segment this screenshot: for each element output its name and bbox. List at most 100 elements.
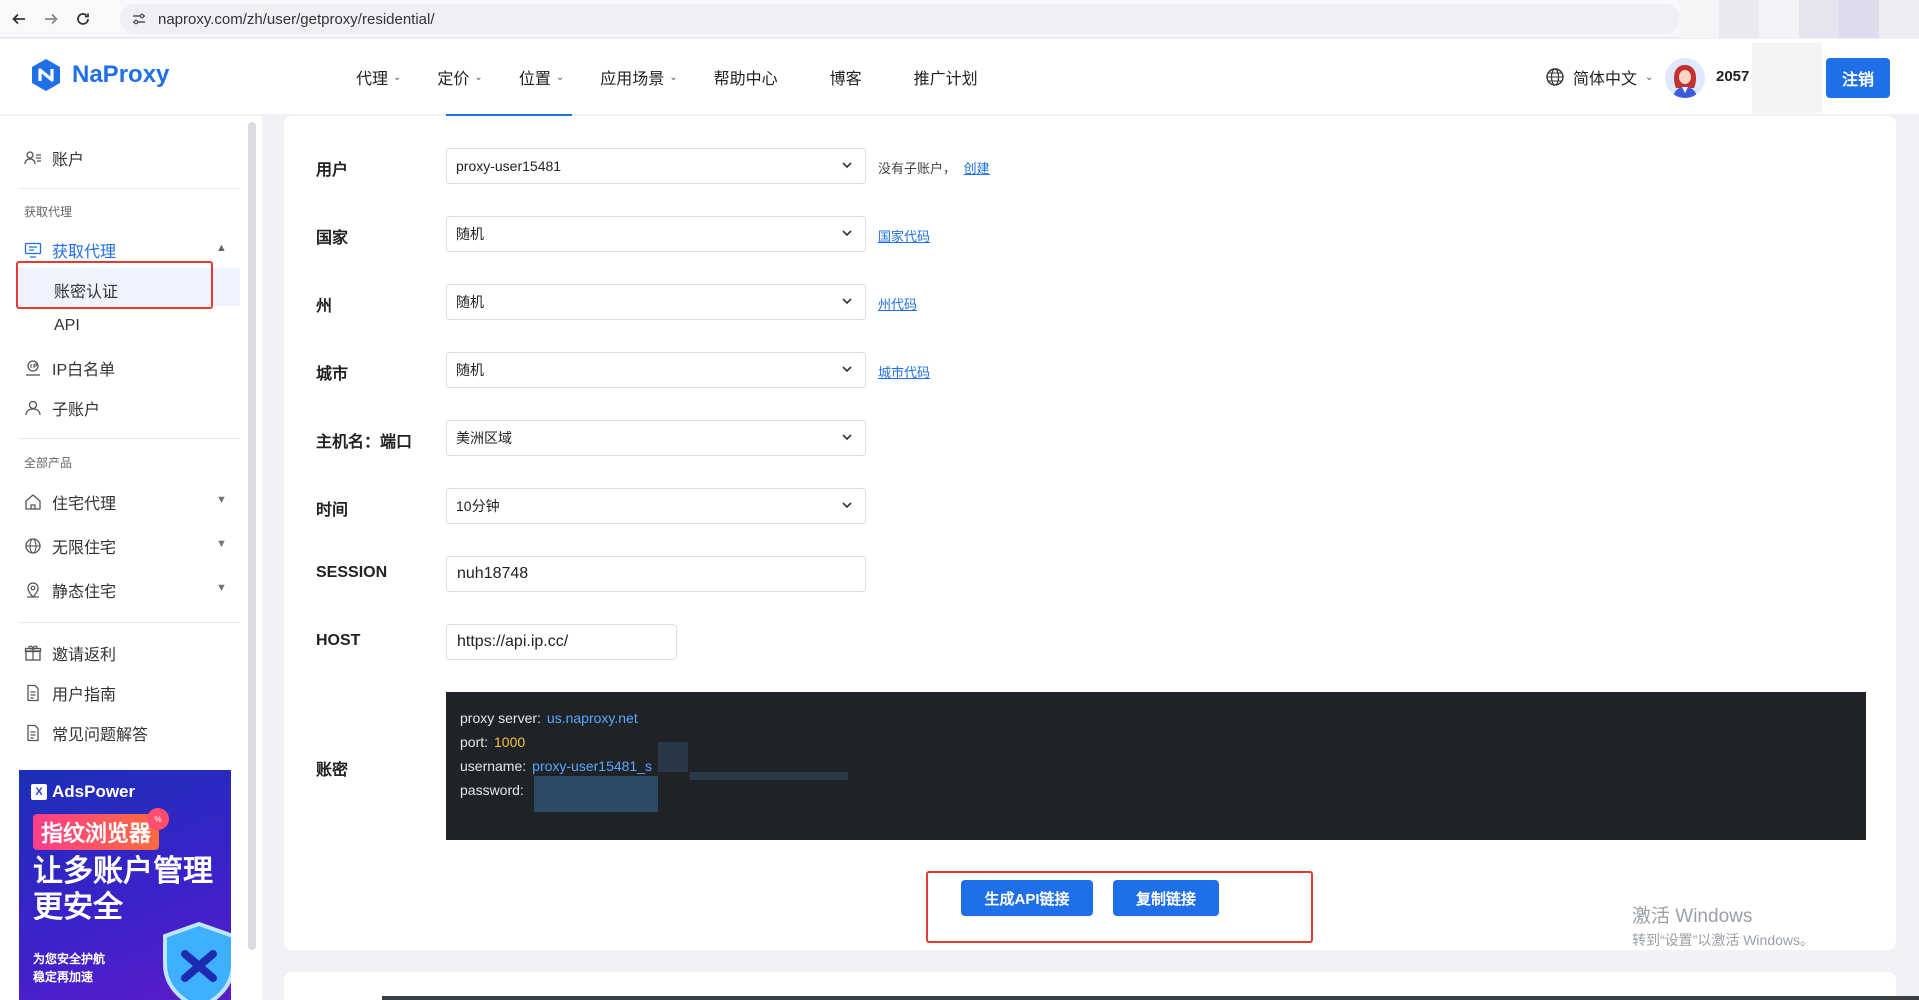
proxy-server-value: us.naproxy.net xyxy=(546,710,638,726)
state-code-link[interactable]: 州代码 xyxy=(878,297,917,312)
globe-icon xyxy=(1546,68,1564,86)
ad-subtext: 为您安全护航 稳定再加速 xyxy=(33,950,105,986)
home-icon xyxy=(25,494,41,510)
sidebar-section-all-products: 全部产品 xyxy=(24,456,73,470)
create-sub-account-link[interactable]: 创建 xyxy=(964,161,990,176)
chevron-up-icon[interactable]: ▲ xyxy=(216,242,227,254)
sidebar-item-label: IP白名单 xyxy=(52,362,116,379)
username-value: proxy-user15481_s xyxy=(532,758,653,774)
reload-icon[interactable] xyxy=(70,6,96,32)
host-port-label: 主机名：端口 xyxy=(316,434,413,451)
state-select-value: 随机 xyxy=(456,294,484,310)
chevron-down-icon: ⌄ xyxy=(474,71,483,83)
site-header: NaProxy 代理 ⌄ 定价 ⌄ 位置 ⌄ 应用场景 ⌄ 帮助中心 博客 推广计划 简… xyxy=(0,39,1919,115)
nav-proxy-label: 代理 xyxy=(356,71,389,88)
blurred-area xyxy=(1752,43,1822,113)
sidebar-divider xyxy=(18,188,240,189)
site-info-icon[interactable] xyxy=(132,12,146,26)
copy-link-button[interactable]: 复制链接 xyxy=(1113,880,1219,916)
city-code-link[interactable]: 城市代码 xyxy=(878,365,930,380)
brand-name: NaProxy xyxy=(72,61,170,88)
sidebar-item-sub-account[interactable]: 子账户 xyxy=(24,396,100,420)
nav-affiliate[interactable]: 推广计划 xyxy=(914,65,978,89)
city-select[interactable]: 随机 xyxy=(446,352,866,388)
redaction-mask xyxy=(534,776,658,812)
back-icon[interactable] xyxy=(6,6,32,32)
country-code-link[interactable]: 国家代码 xyxy=(878,229,930,244)
sidebar-item-residential[interactable]: 住宅代理 xyxy=(24,490,116,514)
time-select[interactable]: 10分钟 xyxy=(446,488,866,524)
chevron-down-icon xyxy=(842,298,852,305)
chevron-down-icon: ⌄ xyxy=(669,71,678,83)
session-input[interactable]: nuh18748 xyxy=(446,556,866,592)
language-label: 简体中文 xyxy=(1573,71,1638,88)
host-input[interactable]: https://api.ip.cc/ xyxy=(446,624,677,660)
nav-blog-label: 博客 xyxy=(829,71,862,88)
country-label: 国家 xyxy=(316,230,349,247)
nav-location[interactable]: 位置 ⌄ xyxy=(519,65,564,89)
nav-use-cases[interactable]: 应用场景 ⌄ xyxy=(600,65,677,89)
location-pin-icon xyxy=(27,582,39,598)
sidebar-item-label: 无限住宅 xyxy=(52,540,117,557)
sidebar-item-faq[interactable]: 常见问题解答 xyxy=(24,721,148,745)
nav-blog[interactable]: 博客 xyxy=(830,65,862,89)
user-select[interactable]: proxy-user15481 xyxy=(446,148,866,184)
sidebar-section-get-proxy: 获取代理 xyxy=(24,205,73,219)
sidebar-divider xyxy=(18,438,240,439)
caret-down-icon[interactable]: ▼ xyxy=(216,582,227,594)
sidebar-scrollbar[interactable] xyxy=(248,122,256,950)
adspower-logo-icon: X xyxy=(31,784,47,800)
sidebar-item-static[interactable]: 静态住宅 xyxy=(24,578,116,602)
sidebar-item-guide[interactable]: 用户指南 xyxy=(24,681,116,705)
user-note: 没有子账户， 创建 xyxy=(878,158,990,177)
port-key: port: xyxy=(460,734,489,750)
taskbar-edge xyxy=(382,996,1919,1000)
password-line: password: xyxy=(460,778,1852,802)
host-port-select[interactable]: 美洲区域 xyxy=(446,420,866,456)
session-label: SESSION xyxy=(316,564,388,581)
country-code-link-wrap: 国家代码 xyxy=(878,226,930,245)
proxy-server-key: proxy server: xyxy=(460,710,541,726)
nav-affiliate-label: 推广计划 xyxy=(913,71,978,88)
shield-icon xyxy=(163,921,231,1000)
document-icon xyxy=(27,684,39,702)
generate-api-link-button[interactable]: 生成API链接 xyxy=(961,880,1093,916)
user-label: 用户 xyxy=(316,162,349,179)
sidebar-item-unlimited[interactable]: 无限住宅 xyxy=(24,534,116,558)
caret-down-icon[interactable]: ▼ xyxy=(216,494,227,506)
chevron-down-icon: ⌄ xyxy=(555,71,565,83)
sidebar-divider xyxy=(18,622,240,623)
adspower-banner[interactable]: X AdsPower 指纹浏览器 % 让多账户管理 更安全 为您安全护航 稳定再… xyxy=(19,770,231,1000)
state-select[interactable]: 随机 xyxy=(446,284,866,320)
caret-down-icon[interactable]: ▼ xyxy=(216,538,227,550)
sidebar-item-label: 用户指南 xyxy=(52,687,117,704)
nav-pricing[interactable]: 定价 ⌄ xyxy=(437,65,482,89)
language-selector[interactable]: 简体中文 ⌄ xyxy=(1545,65,1653,89)
nav-help-center[interactable]: 帮助中心 xyxy=(714,65,778,89)
host-input-value: https://api.ip.cc/ xyxy=(457,633,569,650)
watermark-line: 激活 Windows xyxy=(1632,906,1753,927)
avatar[interactable] xyxy=(1665,58,1705,98)
sidebar-item-invite[interactable]: 邀请返利 xyxy=(24,641,116,665)
sidebar-item-ip-whitelist[interactable]: IP白名单 xyxy=(24,356,115,380)
logo[interactable]: NaProxy xyxy=(28,57,169,93)
city-code-link-wrap: 城市代码 xyxy=(878,362,930,381)
country-select[interactable]: 随机 xyxy=(446,216,866,252)
sidebar-item-account[interactable]: 账户 xyxy=(24,146,84,170)
document-icon xyxy=(27,724,39,742)
sidebar-item-api[interactable]: API xyxy=(54,317,80,335)
ad-tag: 指纹浏览器 xyxy=(33,814,160,850)
time-select-value: 10分钟 xyxy=(456,498,500,514)
state-label: 州 xyxy=(316,298,333,315)
sidebar-item-get-proxy[interactable]: 获取代理 xyxy=(24,238,116,262)
logout-button[interactable]: 注销 xyxy=(1826,58,1890,98)
ad-badge-icon: % xyxy=(147,808,169,830)
nav-proxy[interactable]: 代理 ⌄ xyxy=(356,65,401,89)
nav-pricing-label: 定价 xyxy=(437,71,470,88)
naproxy-logo-icon xyxy=(32,59,60,91)
user-icon xyxy=(25,400,41,416)
username-key: username: xyxy=(460,758,527,774)
chevron-down-icon xyxy=(842,366,852,373)
address-bar[interactable]: naproxy.com/zh/user/getproxy/residential… xyxy=(120,4,1680,34)
forward-icon[interactable] xyxy=(38,6,64,32)
